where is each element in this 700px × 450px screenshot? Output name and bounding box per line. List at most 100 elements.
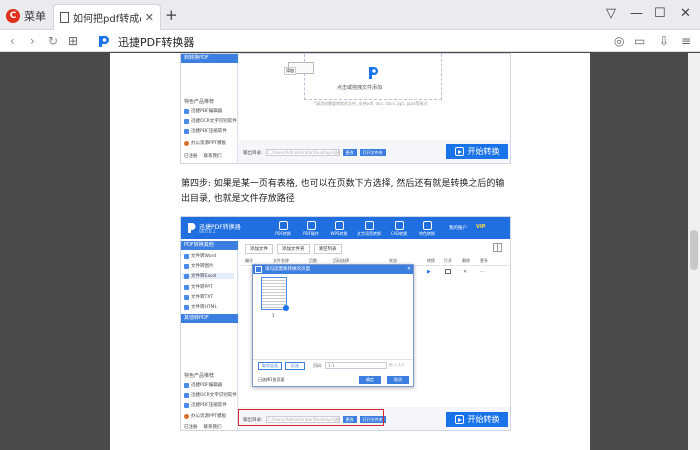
minimize-icon[interactable]: — [630,5,643,23]
output-path-input[interactable]: C:/Users/Administrator/Desktop/迅捷PDF转换器 [265,149,340,156]
deselect-all-button[interactable]: 取消全选 [258,362,282,370]
app-icon [184,118,189,124]
download-icon[interactable]: ⇩ [659,33,669,49]
sidebar-item[interactable]: 迅捷PDF压缩软件 [184,402,227,408]
app-header: 迅捷PDF转换器 v8.0.0.1 PDF转换 PDF操作 WPS转换 文字语音… [181,217,510,239]
pdf-convert-icon [278,221,288,230]
sidebar-item[interactable]: 迅捷PDF编辑器 [184,108,222,114]
sidebar-item[interactable]: 迅捷OCR文字识别软件 [184,392,237,398]
sidebar-item[interactable]: 文件转HTML [184,304,217,310]
special-icon [422,221,432,230]
start-convert-button[interactable]: 开始转换 [446,144,508,159]
app-icon [184,128,189,134]
tool-wps-convert[interactable]: WPS转换 [325,221,353,237]
browser-logo-icon: C [6,9,20,23]
tool-pdf-operate[interactable]: PDF操作 [297,221,325,237]
convert-row-icon[interactable]: ▶ [427,269,431,275]
sidebar-item[interactable]: 迅捷PDF编辑器 [184,382,222,388]
tool-cad-convert[interactable]: CAD转换 [385,221,413,237]
back-icon[interactable]: ‹ [10,33,15,49]
open-folder-row-icon[interactable] [445,269,451,274]
cancel-button[interactable]: 取消 [387,376,409,384]
add-badge: 添加 [284,67,296,75]
ok-button[interactable]: 确定 [359,376,381,384]
maximize-icon[interactable]: ☐ [654,5,666,23]
open-folder-button[interactable]: 打开文件夹 [359,149,386,156]
extension-icon[interactable]: ▭ [634,33,645,49]
vip-badge[interactable]: VIP [476,224,485,230]
settings-menu-icon[interactable]: ≡ [681,33,691,49]
app-icon [184,392,189,398]
active-tab[interactable]: 如何把pdf转成excel? .pdf ✕ [53,4,161,30]
contact-link[interactable]: 联系我们 [204,153,222,159]
page-number: 1 [272,313,275,318]
sidebar-section-header: PDF转换其他 [181,241,238,250]
page-select-dialog: 请勾选需要转换的页面 ✕ 1 取消全选 反选 页码: 1-1 例: 1,3-5 … [252,264,414,387]
close-window-icon[interactable]: ✕ [680,5,691,23]
sidebar-item[interactable]: 迅捷OCR文字识别软件 [184,118,237,124]
dialog-close-icon[interactable]: ✕ [407,266,411,272]
more-row-icon[interactable]: ⋯ [480,269,485,275]
clear-list-button[interactable]: 清空列表 [313,244,342,254]
drop-hint: 点击或拖拽文件添加 [337,85,383,91]
site-title: 迅捷PDF转换器 [118,36,195,49]
navigation-bar: ‹ › ↻ ⊞ 迅捷PDF转换器 ◎ ▭ ⇩ ≡ [0,30,700,52]
tool-pdf-convert[interactable]: PDF转换 [269,221,297,237]
registered-link[interactable]: 已注册 [184,153,198,159]
browser-menu-button[interactable]: C 菜单 [6,7,46,25]
forward-icon[interactable]: › [30,33,35,49]
sidebar-item[interactable]: 迅捷PDF压缩软件 [184,128,227,134]
app-main-area: 添加 点击或拖拽文件添加 *请添加需要转换的文件, 支持pdf, doc, do… [239,54,510,140]
add-folder-button[interactable]: 添加文件夹 [277,244,310,254]
app-icon [184,402,189,408]
tab-close-icon[interactable]: ✕ [145,11,154,24]
scrollbar-thumb[interactable] [690,230,698,270]
pdf-operate-icon [306,221,316,230]
tool-text-voice[interactable]: 文字语音转换 [353,221,385,237]
sidebar-section-header[interactable]: 其他转PDF [181,314,238,323]
sidebar-item[interactable]: 文件转图片 [184,263,214,269]
app-icon [184,140,189,146]
output-directory-row: 输出目录: C:/Users/Administrator/Desktop/迅捷P… [243,149,386,156]
delete-row-icon[interactable]: ✕ [463,269,467,275]
text-voice-icon [364,221,374,230]
selected-count: 已选择1张页面 [258,377,285,382]
reload-icon[interactable]: ↻ [48,33,58,49]
sidebar-item[interactable]: 文件转Word [184,253,216,259]
new-tab-button[interactable]: + [165,7,178,23]
grid-icon[interactable]: ⊞ [68,33,78,49]
wps-icon [334,221,344,230]
sidebar-item[interactable]: 办公资源PPT模板 [184,413,226,419]
grid-view-icon[interactable] [493,243,502,252]
sidebar-item[interactable]: 文件转PPT [184,284,213,290]
tool-special-convert[interactable]: 特色转换 [413,221,441,237]
contact-link[interactable]: 联系我们 [204,424,222,430]
play-icon [454,415,464,424]
sidebar-item[interactable]: 办公资源PPT模板 [184,140,226,146]
tab-strip: C 菜单 如何把pdf转成excel? .pdf ✕ + ▽ — ☐ ✕ [0,0,700,30]
menu-label: 菜单 [24,10,46,23]
app-icon [184,413,189,419]
account-link[interactable]: 我的账户 [449,225,467,231]
document-icon [60,12,69,23]
file-icon [184,263,189,269]
pdf-logo-icon [369,67,378,79]
cad-icon [394,221,404,230]
step-paragraph: 第四步: 如果是某一页有表格, 也可以在页数下方选择, 然后还有就是转换之后的输… [181,179,505,204]
invert-selection-button[interactable]: 反选 [285,362,305,370]
sidebar-bottom-links: 已注册 联系我们 [184,153,222,159]
sidebar-heading: 特色产品推荐 [184,373,215,379]
sidebar-item-selected[interactable]: 文件转Excel [182,273,234,279]
sidebar-item[interactable]: 文件转TXT [184,294,213,300]
sidebar-heading: 特色产品推荐 [184,99,215,105]
sidebar-bottom-links: 已注册 联系我们 [184,424,222,430]
camera-icon[interactable]: ◎ [614,33,624,49]
dialog-icon [255,266,262,273]
pages-input[interactable]: 1-1 [325,362,387,369]
app-version: v8.0.0.1 [199,229,216,234]
add-file-button[interactable]: 添加文件 [245,244,273,254]
tab-list-icon[interactable]: ▽ [606,5,616,23]
registered-link[interactable]: 已注册 [184,424,198,430]
change-button[interactable]: 更改 [342,149,357,156]
start-convert-button[interactable]: 开始转换 [446,412,508,427]
